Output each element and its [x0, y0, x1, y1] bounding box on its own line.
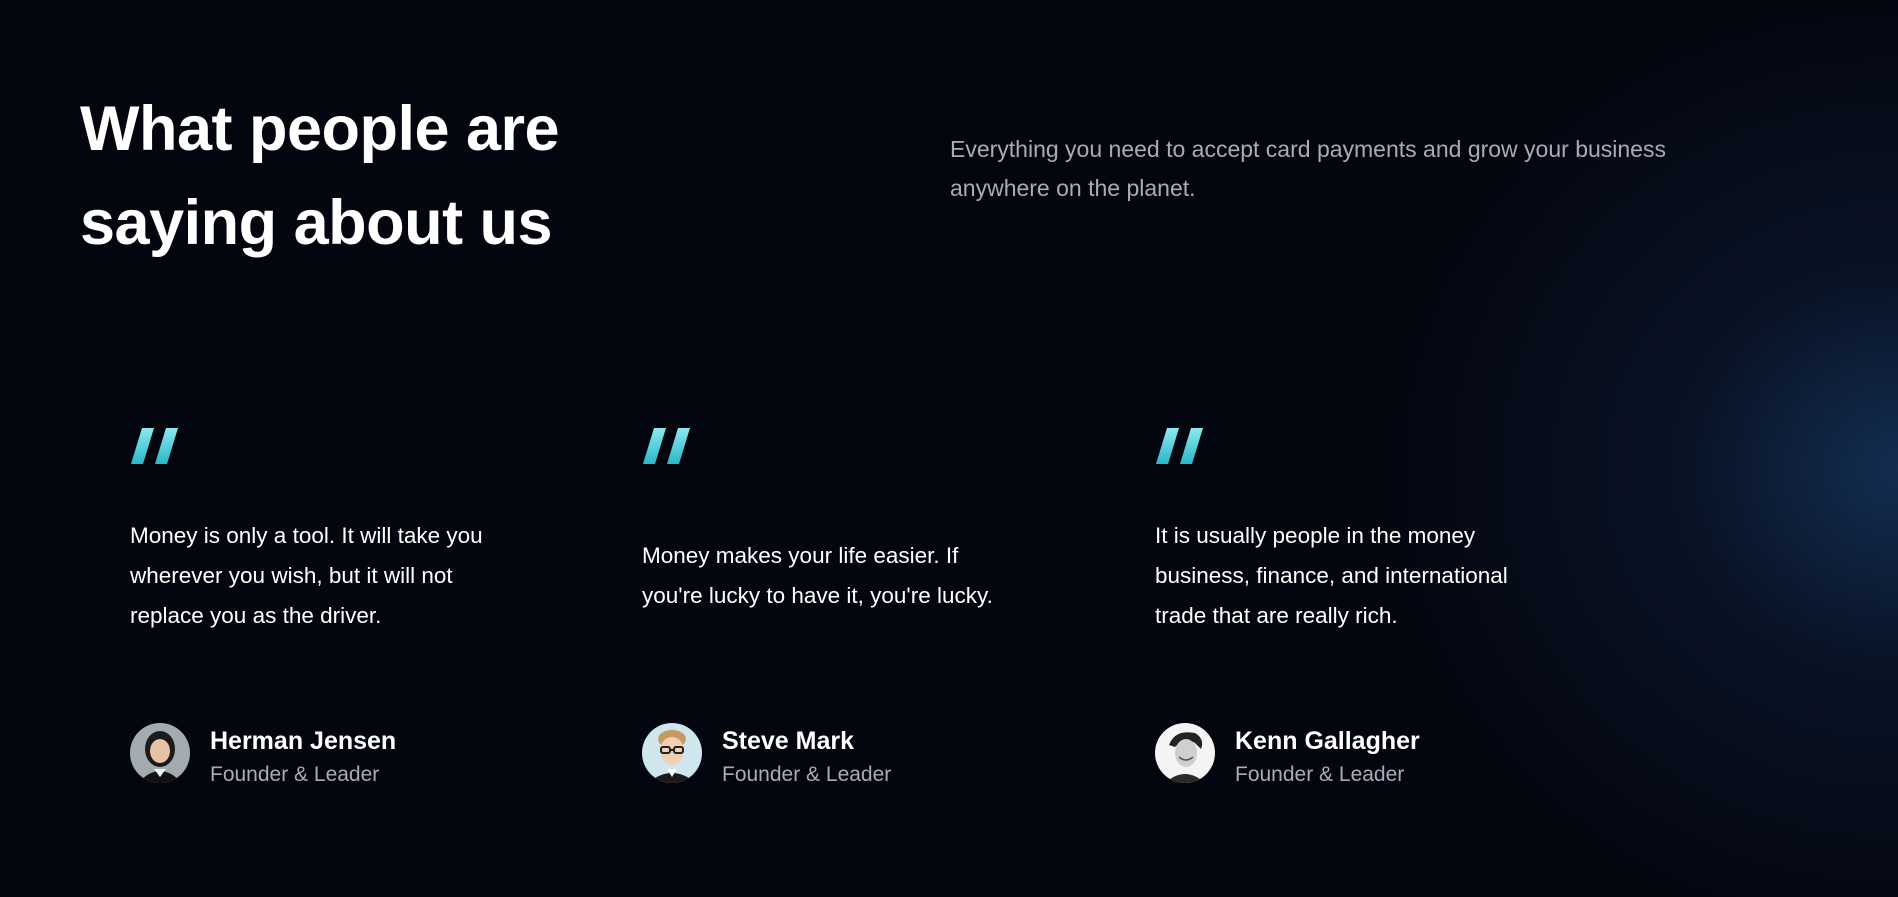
testimonial-card: Money makes your life easier. If you're …: [642, 428, 1062, 818]
author-name: Steve Mark: [722, 727, 855, 755]
avatar: [1155, 723, 1215, 783]
author-role: Founder & Leader: [1235, 763, 1405, 786]
testimonial-quote: It is usually people in the money busine…: [1155, 523, 1508, 628]
author-name: Kenn Gallagher: [1235, 727, 1420, 755]
testimonial-author: Kenn Gallagher Founder & Leader: [1155, 723, 1555, 787]
author-role: Founder & Leader: [722, 763, 892, 786]
testimonial-author: Steve Mark Founder & Leader: [642, 723, 1042, 787]
quote-icon: [643, 428, 690, 464]
testimonial-card: Money is only a tool. It will take you w…: [130, 428, 550, 818]
avatar-man-bw-icon: [1155, 723, 1215, 783]
quote-icon: [1156, 428, 1203, 464]
avatar-man-glasses-icon: [642, 723, 702, 783]
author-name: Herman Jensen: [210, 727, 397, 755]
testimonial-quote: Money is only a tool. It will take you w…: [130, 523, 483, 628]
avatar: [642, 723, 702, 783]
testimonial-author: Herman Jensen Founder & Leader: [130, 723, 530, 787]
author-role: Founder & Leader: [210, 763, 380, 786]
testimonial-card: It is usually people in the money busine…: [1155, 428, 1575, 818]
avatar-woman-icon: [130, 723, 190, 783]
testimonial-quote: Money makes your life easier. If you're …: [642, 543, 993, 608]
avatar: [130, 723, 190, 783]
testimonials-section: What people are saying about us Everythi…: [0, 0, 1898, 897]
testimonial-list: Money is only a tool. It will take you w…: [0, 0, 1898, 897]
quote-icon: [131, 428, 178, 464]
